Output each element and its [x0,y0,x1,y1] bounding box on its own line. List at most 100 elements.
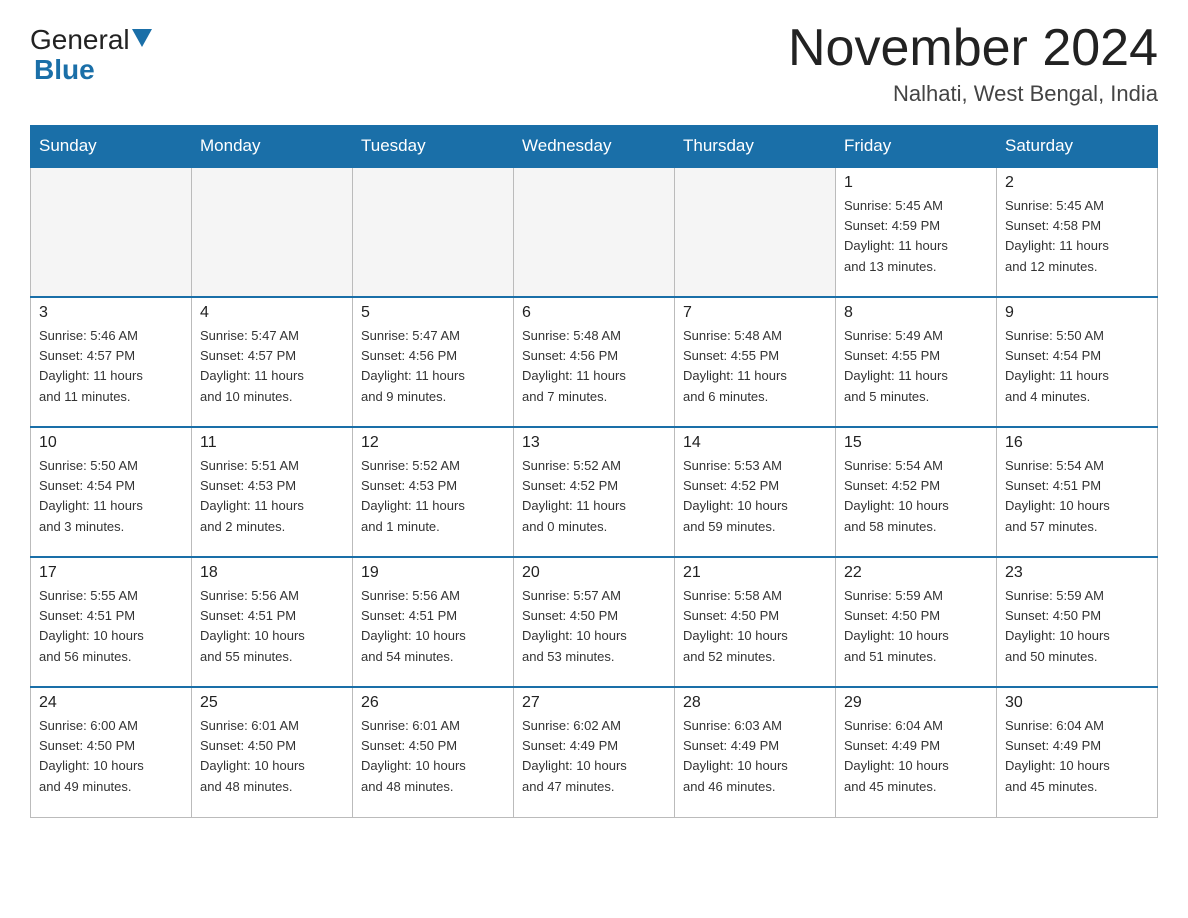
day-number: 16 [1005,434,1149,452]
day-info: Sunrise: 5:50 AM Sunset: 4:54 PM Dayligh… [1005,326,1149,407]
day-number: 30 [1005,694,1149,712]
calendar-week-5: 24 Sunrise: 6:00 AM Sunset: 4:50 PM Dayli… [31,687,1158,817]
day-info: Sunrise: 5:51 AM Sunset: 4:53 PM Dayligh… [200,456,344,537]
day-info: Sunrise: 5:50 AM Sunset: 4:54 PM Dayligh… [39,456,183,537]
calendar-cell: 5 Sunrise: 5:47 AM Sunset: 4:56 PM Daylig… [353,297,514,427]
day-number: 11 [200,434,344,452]
day-number: 12 [361,434,505,452]
day-number: 13 [522,434,666,452]
calendar-cell [31,167,192,297]
calendar-cell: 11 Sunrise: 5:51 AM Sunset: 4:53 PM Dayli… [192,427,353,557]
day-info: Sunrise: 6:04 AM Sunset: 4:49 PM Dayligh… [1005,716,1149,797]
day-number: 20 [522,564,666,582]
day-info: Sunrise: 5:52 AM Sunset: 4:53 PM Dayligh… [361,456,505,537]
header-tuesday: Tuesday [353,126,514,168]
day-info: Sunrise: 5:52 AM Sunset: 4:52 PM Dayligh… [522,456,666,537]
calendar-cell: 3 Sunrise: 5:46 AM Sunset: 4:57 PM Daylig… [31,297,192,427]
calendar-cell: 6 Sunrise: 5:48 AM Sunset: 4:56 PM Daylig… [514,297,675,427]
location-subtitle: Nalhati, West Bengal, India [788,81,1158,107]
logo-triangle-icon [132,29,152,47]
day-number: 7 [683,304,827,322]
day-info: Sunrise: 6:00 AM Sunset: 4:50 PM Dayligh… [39,716,183,797]
day-number: 3 [39,304,183,322]
calendar-cell: 18 Sunrise: 5:56 AM Sunset: 4:51 PM Dayli… [192,557,353,687]
calendar-cell: 8 Sunrise: 5:49 AM Sunset: 4:55 PM Daylig… [836,297,997,427]
day-number: 1 [844,174,988,192]
calendar-cell [675,167,836,297]
day-info: Sunrise: 5:47 AM Sunset: 4:57 PM Dayligh… [200,326,344,407]
day-info: Sunrise: 5:56 AM Sunset: 4:51 PM Dayligh… [361,586,505,667]
calendar-cell: 12 Sunrise: 5:52 AM Sunset: 4:53 PM Dayli… [353,427,514,557]
day-info: Sunrise: 5:54 AM Sunset: 4:51 PM Dayligh… [1005,456,1149,537]
calendar-cell: 24 Sunrise: 6:00 AM Sunset: 4:50 PM Dayli… [31,687,192,817]
day-info: Sunrise: 5:45 AM Sunset: 4:58 PM Dayligh… [1005,196,1149,277]
day-info: Sunrise: 6:03 AM Sunset: 4:49 PM Dayligh… [683,716,827,797]
header-wednesday: Wednesday [514,126,675,168]
day-number: 17 [39,564,183,582]
day-number: 9 [1005,304,1149,322]
calendar-week-1: 1 Sunrise: 5:45 AM Sunset: 4:59 PM Daylig… [31,167,1158,297]
day-info: Sunrise: 6:01 AM Sunset: 4:50 PM Dayligh… [361,716,505,797]
day-number: 4 [200,304,344,322]
calendar-cell: 21 Sunrise: 5:58 AM Sunset: 4:50 PM Dayli… [675,557,836,687]
day-info: Sunrise: 6:02 AM Sunset: 4:49 PM Dayligh… [522,716,666,797]
calendar-cell: 16 Sunrise: 5:54 AM Sunset: 4:51 PM Dayli… [997,427,1158,557]
day-number: 21 [683,564,827,582]
day-info: Sunrise: 5:48 AM Sunset: 4:56 PM Dayligh… [522,326,666,407]
day-info: Sunrise: 5:49 AM Sunset: 4:55 PM Dayligh… [844,326,988,407]
day-info: Sunrise: 5:46 AM Sunset: 4:57 PM Dayligh… [39,326,183,407]
calendar-cell: 14Sunrise: 5:53 AM Sunset: 4:52 PM Dayli… [675,427,836,557]
calendar-cell: 17 Sunrise: 5:55 AM Sunset: 4:51 PM Dayli… [31,557,192,687]
day-number: 24 [39,694,183,712]
logo-blue-text: Blue [34,54,95,85]
calendar-cell: 22Sunrise: 5:59 AM Sunset: 4:50 PM Dayli… [836,557,997,687]
day-number: 8 [844,304,988,322]
title-block: November 2024 Nalhati, West Bengal, Indi… [788,20,1158,107]
calendar-week-3: 10 Sunrise: 5:50 AM Sunset: 4:54 PM Dayli… [31,427,1158,557]
page-header: General Blue November 2024 Nalhati, West… [30,20,1158,107]
day-info: Sunrise: 5:58 AM Sunset: 4:50 PM Dayligh… [683,586,827,667]
calendar-cell: 30 Sunrise: 6:04 AM Sunset: 4:49 PM Dayli… [997,687,1158,817]
calendar-cell: 25Sunrise: 6:01 AM Sunset: 4:50 PM Dayli… [192,687,353,817]
day-info: Sunrise: 5:54 AM Sunset: 4:52 PM Dayligh… [844,456,988,537]
calendar-cell: 15Sunrise: 5:54 AM Sunset: 4:52 PM Dayli… [836,427,997,557]
day-number: 27 [522,694,666,712]
day-number: 29 [844,694,988,712]
calendar-cell: 23 Sunrise: 5:59 AM Sunset: 4:50 PM Dayli… [997,557,1158,687]
day-info: Sunrise: 5:59 AM Sunset: 4:50 PM Dayligh… [844,586,988,667]
day-number: 23 [1005,564,1149,582]
calendar-week-4: 17 Sunrise: 5:55 AM Sunset: 4:51 PM Dayli… [31,557,1158,687]
day-info: Sunrise: 5:55 AM Sunset: 4:51 PM Dayligh… [39,586,183,667]
calendar-cell: 26 Sunrise: 6:01 AM Sunset: 4:50 PM Dayli… [353,687,514,817]
day-number: 6 [522,304,666,322]
day-number: 14 [683,434,827,452]
day-number: 5 [361,304,505,322]
logo: General Blue [30,20,154,86]
calendar-week-2: 3 Sunrise: 5:46 AM Sunset: 4:57 PM Daylig… [31,297,1158,427]
day-number: 19 [361,564,505,582]
day-number: 10 [39,434,183,452]
day-info: Sunrise: 5:57 AM Sunset: 4:50 PM Dayligh… [522,586,666,667]
calendar-cell: 4 Sunrise: 5:47 AM Sunset: 4:57 PM Daylig… [192,297,353,427]
calendar-cell: 10 Sunrise: 5:50 AM Sunset: 4:54 PM Dayli… [31,427,192,557]
calendar-cell: 28 Sunrise: 6:03 AM Sunset: 4:49 PM Dayli… [675,687,836,817]
day-info: Sunrise: 5:56 AM Sunset: 4:51 PM Dayligh… [200,586,344,667]
calendar-cell: 20 Sunrise: 5:57 AM Sunset: 4:50 PM Dayli… [514,557,675,687]
calendar-cell: 7Sunrise: 5:48 AM Sunset: 4:55 PM Daylig… [675,297,836,427]
day-info: Sunrise: 5:59 AM Sunset: 4:50 PM Dayligh… [1005,586,1149,667]
day-number: 26 [361,694,505,712]
calendar-cell: 2 Sunrise: 5:45 AM Sunset: 4:58 PM Daylig… [997,167,1158,297]
calendar-cell: 9 Sunrise: 5:50 AM Sunset: 4:54 PM Daylig… [997,297,1158,427]
calendar-cell: 19 Sunrise: 5:56 AM Sunset: 4:51 PM Dayli… [353,557,514,687]
calendar-cell: 27 Sunrise: 6:02 AM Sunset: 4:49 PM Dayli… [514,687,675,817]
day-info: Sunrise: 6:01 AM Sunset: 4:50 PM Dayligh… [200,716,344,797]
day-info: Sunrise: 6:04 AM Sunset: 4:49 PM Dayligh… [844,716,988,797]
calendar-cell [353,167,514,297]
day-number: 2 [1005,174,1149,192]
logo-general-text: General [30,26,130,54]
day-number: 28 [683,694,827,712]
calendar-table: SundayMondayTuesdayWednesdayThursdayFrid… [30,125,1158,818]
day-info: Sunrise: 5:45 AM Sunset: 4:59 PM Dayligh… [844,196,988,277]
day-number: 18 [200,564,344,582]
day-info: Sunrise: 5:47 AM Sunset: 4:56 PM Dayligh… [361,326,505,407]
